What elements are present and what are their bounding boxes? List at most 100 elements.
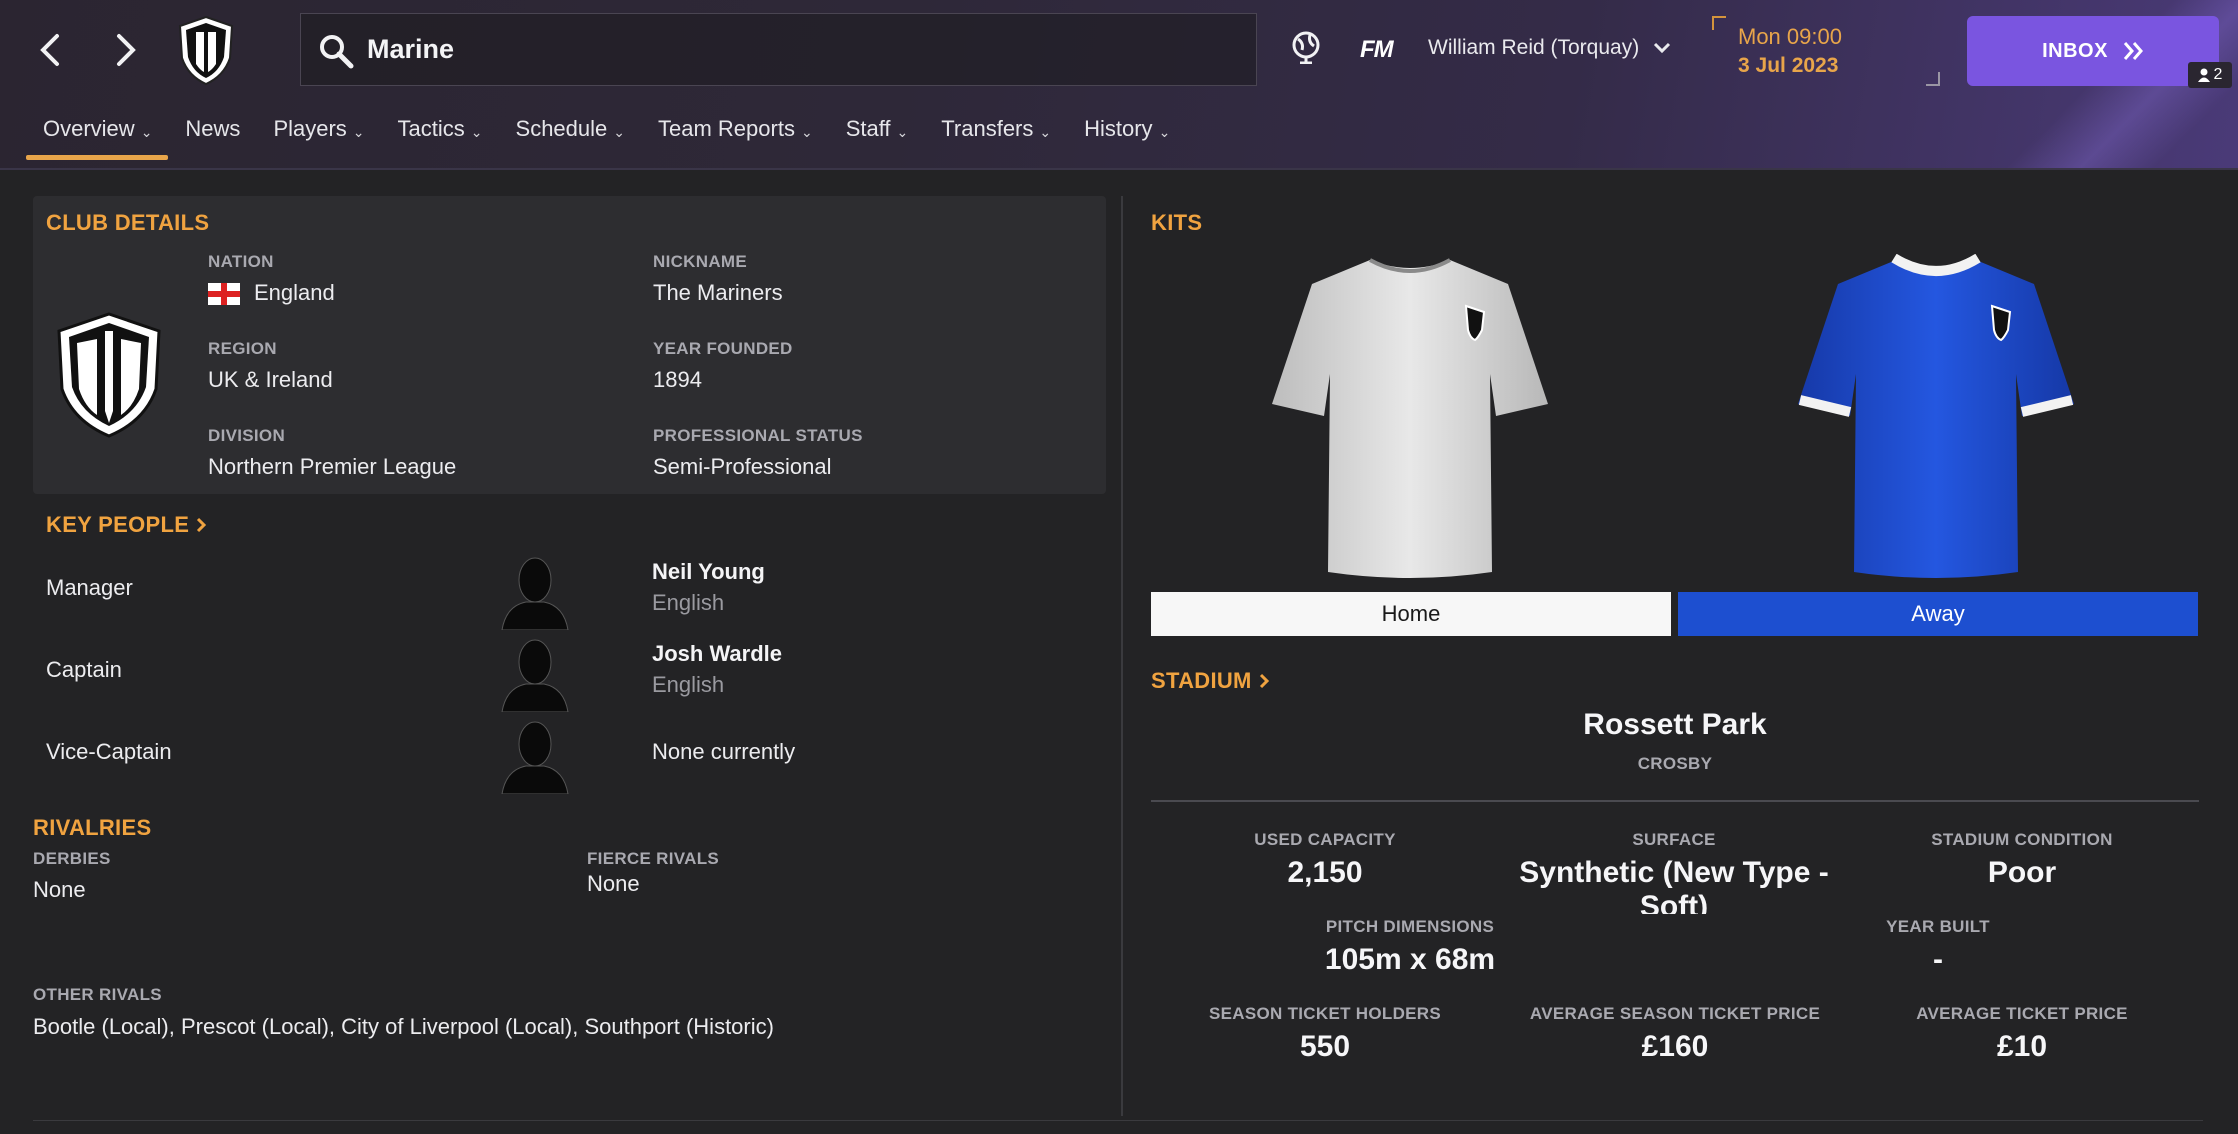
club-badge: [57, 312, 161, 438]
date-corner: [1712, 16, 1726, 30]
nation-text: England: [254, 280, 335, 305]
search-bar[interactable]: Marine: [300, 13, 1257, 86]
tab-label: Schedule: [515, 116, 608, 141]
tab-history[interactable]: History ⌄: [1067, 104, 1186, 160]
person-silhouette-icon[interactable]: [500, 634, 570, 712]
bottom-divider: [33, 1120, 2203, 1121]
stadium-location[interactable]: CROSBY: [1151, 754, 2199, 774]
other-rivals-label: OTHER RIVALS: [33, 985, 162, 1004]
stadium-condition-label: STADIUM CONDITION: [1931, 830, 2113, 849]
nickname-value: The Mariners: [653, 280, 783, 305]
division-value[interactable]: Northern Premier League: [208, 454, 456, 480]
tab-label: Transfers: [941, 116, 1034, 141]
chevron-down-icon: ⌄: [140, 124, 153, 140]
tab-transfers[interactable]: Transfers ⌄: [924, 104, 1067, 160]
vice-captain-none: None currently: [652, 739, 796, 764]
used-capacity-stat: USED CAPACITY 2,150: [1200, 830, 1450, 890]
season-ticket-holders-value: 550: [1299, 1030, 1351, 1063]
tab-overview[interactable]: Overview ⌄: [26, 104, 169, 160]
chevron-down-icon: ⌄: [352, 124, 365, 140]
year-founded-label: YEAR FOUNDED: [653, 339, 793, 358]
avg-season-ticket-price-value: £160: [1641, 1030, 1709, 1063]
pitch-dimensions-value: 105m x 68m: [1324, 943, 1496, 976]
nation-value: England: [208, 280, 335, 306]
club-details-title: CLUB DETAILS: [46, 210, 210, 235]
nation-label: NATION: [208, 252, 274, 271]
person-silhouette-icon[interactable]: [500, 552, 570, 630]
search-input[interactable]: Marine: [367, 34, 454, 65]
double-chevron-right-icon: [2123, 42, 2143, 60]
tab-label: Players: [273, 116, 347, 141]
stadium-divider: [1151, 800, 2199, 802]
nickname-label: NICKNAME: [653, 252, 748, 271]
forward-button[interactable]: [96, 22, 156, 78]
away-kit-shirt[interactable]: [1796, 254, 2076, 580]
stadium-condition-value: Poor: [1987, 856, 2057, 889]
stadium-link[interactable]: STADIUM: [1151, 668, 1270, 694]
chevron-left-icon: [40, 34, 59, 66]
home-kit-shirt[interactable]: [1270, 254, 1550, 580]
other-rivals-value[interactable]: Bootle (Local), Prescot (Local), City of…: [33, 1014, 774, 1040]
avg-season-ticket-price-stat: AVERAGE SEASON TICKET PRICE £160: [1510, 1004, 1840, 1064]
tab-players[interactable]: Players ⌄: [256, 104, 380, 160]
rivalries-title: RIVALRIES: [33, 815, 152, 840]
season-ticket-holders-stat: SEASON TICKET HOLDERS 550: [1180, 1004, 1470, 1064]
game-date[interactable]: Mon 09:00 3 Jul 2023: [1712, 16, 1940, 86]
professional-status-value: Semi-Professional: [653, 454, 832, 479]
person-silhouette-icon: [501, 721, 569, 794]
derbies-label: DERBIES: [33, 849, 111, 868]
inbox-count-badge: 2: [2188, 62, 2232, 88]
year-built-stat: YEAR BUILT -: [1838, 917, 2038, 977]
avg-ticket-price-label: AVERAGE TICKET PRICE: [1916, 1004, 2128, 1023]
nav-tabs: Overview ⌄ News Players ⌄ Tactics ⌄ Schedul…: [26, 104, 1186, 160]
chevron-right-icon: [117, 34, 136, 66]
tab-news[interactable]: News: [168, 104, 256, 160]
date-corner: [1926, 72, 1940, 86]
tab-staff[interactable]: Staff ⌄: [829, 104, 925, 160]
used-capacity-value: 2,150: [1287, 856, 1363, 889]
inbox-count: 2: [2213, 66, 2223, 83]
year-built-value: -: [1933, 943, 1943, 976]
captain-nationality: English: [652, 672, 725, 697]
club-badge-small[interactable]: [174, 14, 238, 86]
fm-logo[interactable]: FM: [1360, 36, 1394, 64]
away-kit-button[interactable]: Away: [1678, 592, 2198, 636]
used-capacity-label: USED CAPACITY: [1254, 830, 1396, 849]
tab-label: History: [1084, 116, 1153, 141]
globe-icon[interactable]: [1290, 30, 1322, 64]
role-manager: Manager: [46, 575, 133, 600]
fierce-rivals-label: FIERCE RIVALS: [587, 849, 720, 868]
pitch-dimensions-label: PITCH DIMENSIONS: [1325, 917, 1495, 936]
season-ticket-holders-label: SEASON TICKET HOLDERS: [1208, 1004, 1442, 1023]
key-people-link[interactable]: KEY PEOPLE: [46, 512, 207, 538]
stadium-name[interactable]: Rossett Park: [1151, 708, 2199, 742]
england-flag-icon: [208, 283, 240, 306]
manager-name[interactable]: Neil Young: [652, 559, 765, 585]
inbox-label: INBOX: [2042, 39, 2108, 62]
chevron-down-icon: [1654, 42, 1671, 54]
chevron-right-icon: [197, 517, 207, 533]
club-details-panel: CLUB DETAILS NATION England NICKNAME The…: [33, 196, 1106, 494]
home-kit-button[interactable]: Home: [1151, 592, 1671, 636]
chevron-down-icon: ⌄: [1039, 124, 1052, 140]
avg-ticket-price-stat: AVERAGE TICKET PRICE £10: [1892, 1004, 2152, 1064]
chevron-down-icon: ⌄: [470, 124, 483, 140]
derbies-value: None: [33, 877, 86, 902]
fierce-rivals-value: None: [587, 871, 640, 896]
avg-ticket-price-value: £10: [1996, 1030, 2048, 1063]
tab-team-reports[interactable]: Team Reports ⌄: [641, 104, 829, 160]
tab-label: Overview: [43, 116, 135, 141]
tab-label: News: [185, 116, 241, 141]
tab-tactics[interactable]: Tactics ⌄: [381, 104, 499, 160]
manager-nationality: English: [652, 590, 725, 615]
division-label: DIVISION: [208, 426, 286, 445]
back-button[interactable]: [20, 22, 80, 78]
role-vice-captain: Vice-Captain: [46, 739, 172, 764]
manager-name: William Reid (Torquay): [1428, 36, 1640, 59]
tab-schedule[interactable]: Schedule ⌄: [499, 104, 641, 160]
inbox-button[interactable]: INBOX: [1967, 16, 2219, 86]
search-icon: [320, 35, 354, 69]
year-built-label: YEAR BUILT: [1886, 917, 1990, 936]
manager-select[interactable]: William Reid (Torquay): [1428, 36, 1671, 60]
captain-name[interactable]: Josh Wardle: [652, 641, 782, 667]
